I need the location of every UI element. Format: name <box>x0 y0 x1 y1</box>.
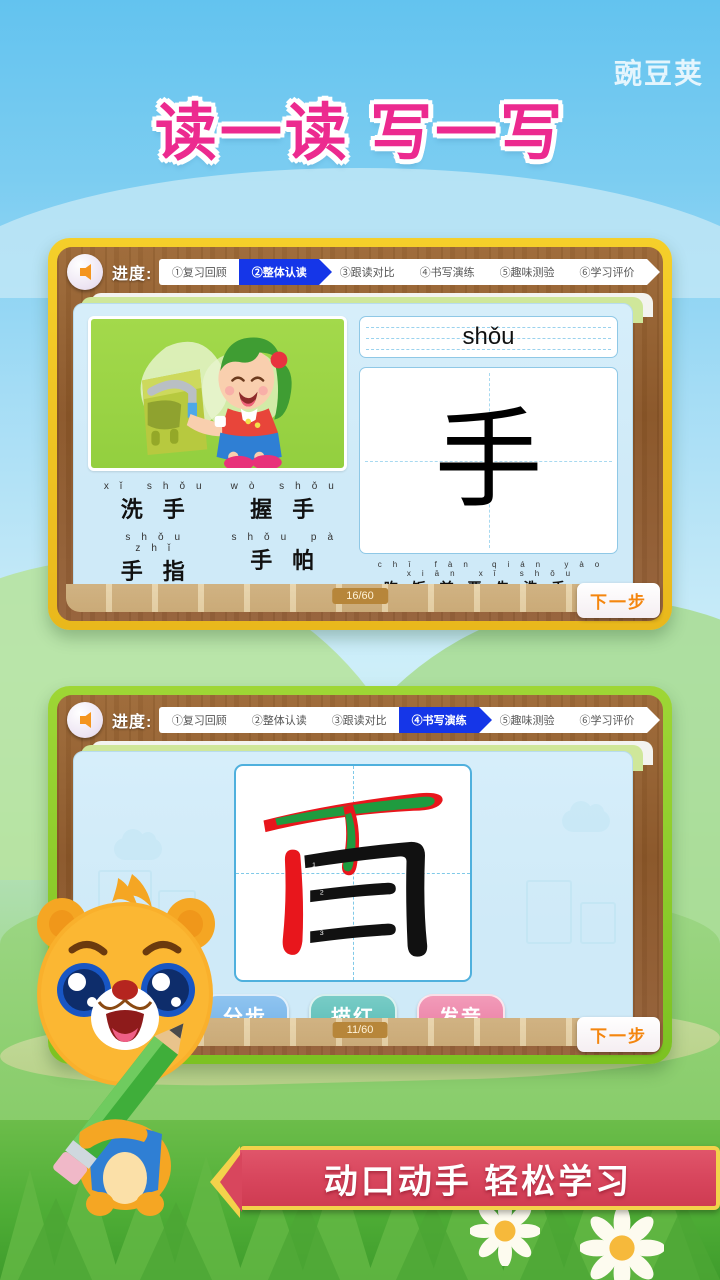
step-4-active[interactable]: ④书写演练 <box>399 706 493 733</box>
character-glyph: 手 <box>434 397 543 523</box>
banner-ribbon: 动口动手 轻松学习 <box>210 1146 720 1218</box>
character-box[interactable]: 手 <box>359 367 618 554</box>
word-item[interactable]: xǐ shǒu 洗 手 <box>88 481 218 524</box>
back-button[interactable] <box>67 701 103 738</box>
stroke-order-character: 1 2 3 <box>263 792 443 957</box>
page-title: 读一读 写一写 <box>0 82 720 172</box>
word-pinyin: shǒu pà <box>231 532 345 543</box>
progress-bar: 进度: ①复习回顾 ②整体认读 ③跟读对比 ④书写演练 ⑤趣味测验 ⑥学习评价 <box>57 695 663 738</box>
back-button[interactable] <box>67 253 103 290</box>
word-item[interactable]: shǒu zhǐ 手 指 <box>88 532 218 586</box>
washing-hands-illustration <box>88 316 347 471</box>
next-button[interactable]: 下一步 <box>577 583 660 618</box>
step-6[interactable]: ⑥学习评价 <box>567 706 647 733</box>
step-2[interactable]: ②整体认读 <box>239 706 320 733</box>
progress-counter: 16/60 <box>332 588 388 604</box>
word-pinyin: wò shǒu <box>230 481 345 492</box>
progress-steps: ①复习回顾 ②整体认读 ③跟读对比 ④书写演练 ⑤趣味测验 ⑥学习评价 <box>159 706 660 733</box>
progress-steps: ①复习回顾 ②整体认读 ③跟读对比 ④书写演练 ⑤趣味测验 ⑥学习评价 <box>159 258 660 285</box>
card-footer-ledge: 16/60 <box>66 584 654 612</box>
step-1[interactable]: ①复习回顾 <box>159 258 240 285</box>
bottom-banner: 动口动手 轻松学习 <box>210 1146 720 1224</box>
step-3[interactable]: ③跟读对比 <box>319 258 408 285</box>
step-3[interactable]: ③跟读对比 <box>319 706 400 733</box>
progress-label: 进度: <box>112 713 153 731</box>
word-hanzi: 手 帕 <box>250 548 322 573</box>
pinyin-box[interactable]: shǒu <box>359 316 618 358</box>
step-4[interactable]: ④书写演练 <box>407 258 488 285</box>
word-hanzi: 握 手 <box>250 497 322 522</box>
writing-grid[interactable]: 1 2 3 <box>234 764 472 982</box>
page-title-text: 读一读 写一写 <box>154 99 566 168</box>
watermark: 豌豆荚 <box>613 58 704 89</box>
bear-with-pencil-mascot <box>37 874 215 1216</box>
word-list: xǐ shǒu 洗 手 wò shǒu 握 手 shǒu zhǐ 手 指 shǒ… <box>88 481 347 586</box>
progress-counter: 11/60 <box>332 1022 388 1038</box>
word-pinyin: shǒu zhǐ <box>125 532 192 554</box>
word-hanzi: 洗 手 <box>120 497 192 522</box>
word-item[interactable]: wò shǒu 握 手 <box>218 481 348 524</box>
step-5[interactable]: ⑤趣味测验 <box>487 258 568 285</box>
word-item[interactable]: shǒu pà 手 帕 <box>218 532 348 586</box>
back-arrow-icon <box>79 711 91 728</box>
card-wood-panel: 进度: ①复习回顾 ②整体认读 ③跟读对比 ④书写演练 ⑤趣味测验 ⑥学习评价 <box>57 247 663 621</box>
word-hanzi: 手 指 <box>120 559 192 584</box>
svg-text:2: 2 <box>320 889 324 896</box>
pinyin-text: shǒu <box>462 323 515 350</box>
step-6[interactable]: ⑥学习评价 <box>567 258 647 285</box>
step-1[interactable]: ①复习回顾 <box>159 706 240 733</box>
lesson-page: xǐ shǒu 洗 手 wò shǒu 握 手 shǒu zhǐ 手 指 shǒ… <box>73 303 633 607</box>
back-arrow-icon <box>79 263 91 280</box>
svg-text:3: 3 <box>320 930 324 937</box>
step-2-active[interactable]: ②整体认读 <box>239 258 333 285</box>
svg-text:1: 1 <box>312 862 316 869</box>
page-stack: xǐ shǒu 洗 手 wò shǒu 握 手 shǒu zhǐ 手 指 shǒ… <box>73 293 653 621</box>
progress-label: 进度: <box>112 265 153 283</box>
next-button[interactable]: 下一步 <box>577 1017 660 1052</box>
progress-bar: 进度: ①复习回顾 ②整体认读 ③跟读对比 ④书写演练 ⑤趣味测验 ⑥学习评价 <box>57 247 663 290</box>
banner-text: 动口动手 轻松学习 <box>323 1162 633 1201</box>
lesson-card-reading: 进度: ①复习回顾 ②整体认读 ③跟读对比 ④书写演练 ⑤趣味测验 ⑥学习评价 <box>48 238 672 630</box>
step-5[interactable]: ⑤趣味测验 <box>479 706 568 733</box>
word-pinyin: xǐ shǒu <box>103 481 213 492</box>
sentence-pinyin: chī fàn qián yào xiān xǐ shǒu <box>377 560 611 578</box>
